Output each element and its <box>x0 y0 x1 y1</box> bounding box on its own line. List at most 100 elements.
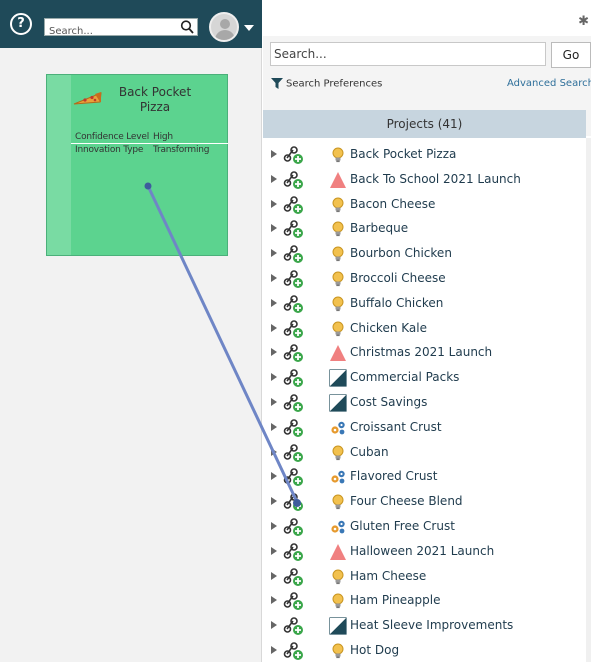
project-name[interactable]: Commercial Packs <box>350 370 459 384</box>
link-add-icon[interactable] <box>283 219 305 239</box>
global-search-input[interactable] <box>45 23 177 40</box>
project-name[interactable]: Ham Cheese <box>350 569 426 583</box>
project-row[interactable]: Back Pocket Pizza <box>263 142 586 167</box>
expand-arrow-icon[interactable] <box>271 497 277 506</box>
project-row[interactable]: Croissant Crust <box>263 415 586 440</box>
project-name[interactable]: Hot Dog <box>350 643 399 657</box>
project-row[interactable]: Bourbon Chicken <box>263 241 586 266</box>
expand-arrow-icon[interactable] <box>271 522 277 530</box>
project-name[interactable]: Bacon Cheese <box>350 197 435 211</box>
expand-arrow-icon[interactable] <box>271 472 277 481</box>
expand-arrow-icon[interactable] <box>271 546 277 555</box>
expand-arrow-icon[interactable] <box>271 571 277 580</box>
top-bar: ? <box>0 0 262 48</box>
link-add-icon[interactable] <box>283 368 305 388</box>
project-row[interactable]: Barbeque <box>263 216 586 241</box>
expand-arrow-icon[interactable] <box>271 422 277 431</box>
project-row[interactable]: Ham Cheese <box>263 564 586 589</box>
project-name[interactable]: Back Pocket Pizza <box>350 147 456 161</box>
attr-value: Transforming <box>153 145 210 155</box>
expand-arrow-icon[interactable] <box>271 323 277 332</box>
project-row[interactable]: Hot Dog <box>263 638 586 662</box>
help-icon[interactable]: ? <box>10 13 32 35</box>
project-row[interactable]: Gluten Free Crust <box>263 514 586 539</box>
project-name[interactable]: Croissant Crust <box>350 420 442 434</box>
user-avatar-icon[interactable] <box>209 12 239 42</box>
card-attr-innovation: Innovation Type Transforming <box>75 145 209 155</box>
project-row[interactable]: Flavored Crust <box>263 464 586 489</box>
project-name[interactable]: Barbeque <box>350 221 408 235</box>
expand-arrow-icon[interactable] <box>271 199 277 208</box>
link-add-icon[interactable] <box>283 269 305 289</box>
project-row[interactable]: Chicken Kale <box>263 316 586 341</box>
project-row[interactable]: Cuban <box>263 440 586 465</box>
search-preferences-link[interactable]: Search Preferences <box>271 78 382 90</box>
expand-arrow-icon[interactable] <box>271 398 277 406</box>
project-search-input[interactable] <box>271 43 541 65</box>
advanced-search-link[interactable]: Advanced Search <box>507 78 591 89</box>
link-add-icon[interactable] <box>283 393 305 413</box>
project-name[interactable]: Ham Pineapple <box>350 593 440 607</box>
project-row[interactable]: Ham Pineapple <box>263 588 586 613</box>
link-add-icon[interactable] <box>283 641 305 661</box>
expand-arrow-icon[interactable] <box>271 224 277 233</box>
link-add-icon[interactable] <box>283 467 305 487</box>
link-add-icon[interactable] <box>283 145 305 165</box>
expand-arrow-icon[interactable] <box>271 447 277 456</box>
link-add-icon[interactable] <box>283 319 305 339</box>
link-add-icon[interactable] <box>283 195 305 215</box>
project-row[interactable]: Cost Savings <box>263 390 586 415</box>
link-add-icon[interactable] <box>283 294 305 314</box>
project-name[interactable]: Cost Savings <box>350 395 427 409</box>
gears-icon <box>331 421 345 435</box>
link-add-icon[interactable] <box>283 517 305 537</box>
link-add-icon[interactable] <box>283 616 305 636</box>
project-row[interactable]: Halloween 2021 Launch <box>263 539 586 564</box>
link-add-icon[interactable] <box>283 443 305 463</box>
project-name[interactable]: Broccoli Cheese <box>350 271 446 285</box>
project-name[interactable]: Flavored Crust <box>350 469 437 483</box>
expand-arrow-icon[interactable] <box>271 646 277 654</box>
expand-arrow-icon[interactable] <box>271 348 277 357</box>
link-add-icon[interactable] <box>283 567 305 587</box>
project-row[interactable]: Buffalo Chicken <box>263 291 586 316</box>
expand-arrow-icon[interactable] <box>271 150 277 158</box>
expand-arrow-icon[interactable] <box>271 249 277 258</box>
project-row[interactable]: Heat Sleeve Improvements <box>263 613 586 638</box>
chevron-down-icon[interactable] <box>244 25 254 31</box>
project-name[interactable]: Gluten Free Crust <box>350 519 455 533</box>
project-name[interactable]: Bourbon Chicken <box>350 246 452 260</box>
expand-arrow-icon[interactable] <box>271 621 277 630</box>
project-name[interactable]: Heat Sleeve Improvements <box>350 618 513 632</box>
project-row[interactable]: Commercial Packs <box>263 365 586 390</box>
link-add-icon[interactable] <box>283 542 305 562</box>
project-name[interactable]: Back To School 2021 Launch <box>350 172 521 186</box>
link-add-icon[interactable] <box>283 591 305 611</box>
project-row[interactable]: Back To School 2021 Launch <box>263 167 586 192</box>
go-button[interactable]: Go <box>551 42 591 68</box>
project-name[interactable]: Four Cheese Blend <box>350 494 463 508</box>
project-row[interactable]: Four Cheese Blend <box>263 489 586 514</box>
link-add-icon[interactable] <box>283 170 305 190</box>
project-name[interactable]: Halloween 2021 Launch <box>350 544 494 558</box>
project-name[interactable]: Cuban <box>350 445 389 459</box>
scrollbar[interactable] <box>586 138 591 662</box>
search-icon[interactable] <box>180 19 194 35</box>
expand-arrow-icon[interactable] <box>271 174 277 183</box>
project-row[interactable]: Broccoli Cheese <box>263 266 586 291</box>
project-card[interactable]: Back Pocket Pizza Confidence Level High … <box>46 74 228 256</box>
pin-icon[interactable]: ✱ <box>578 14 589 29</box>
link-add-icon[interactable] <box>283 418 305 438</box>
expand-arrow-icon[interactable] <box>271 596 277 605</box>
expand-arrow-icon[interactable] <box>271 274 277 282</box>
link-add-icon[interactable] <box>283 492 305 512</box>
expand-arrow-icon[interactable] <box>271 373 277 382</box>
project-name[interactable]: Chicken Kale <box>350 321 427 335</box>
project-name[interactable]: Buffalo Chicken <box>350 296 443 310</box>
link-add-icon[interactable] <box>283 343 305 363</box>
project-row[interactable]: Christmas 2021 Launch <box>263 340 586 365</box>
expand-arrow-icon[interactable] <box>271 298 277 307</box>
project-row[interactable]: Bacon Cheese <box>263 192 586 217</box>
link-add-icon[interactable] <box>283 244 305 264</box>
project-name[interactable]: Christmas 2021 Launch <box>350 345 492 359</box>
